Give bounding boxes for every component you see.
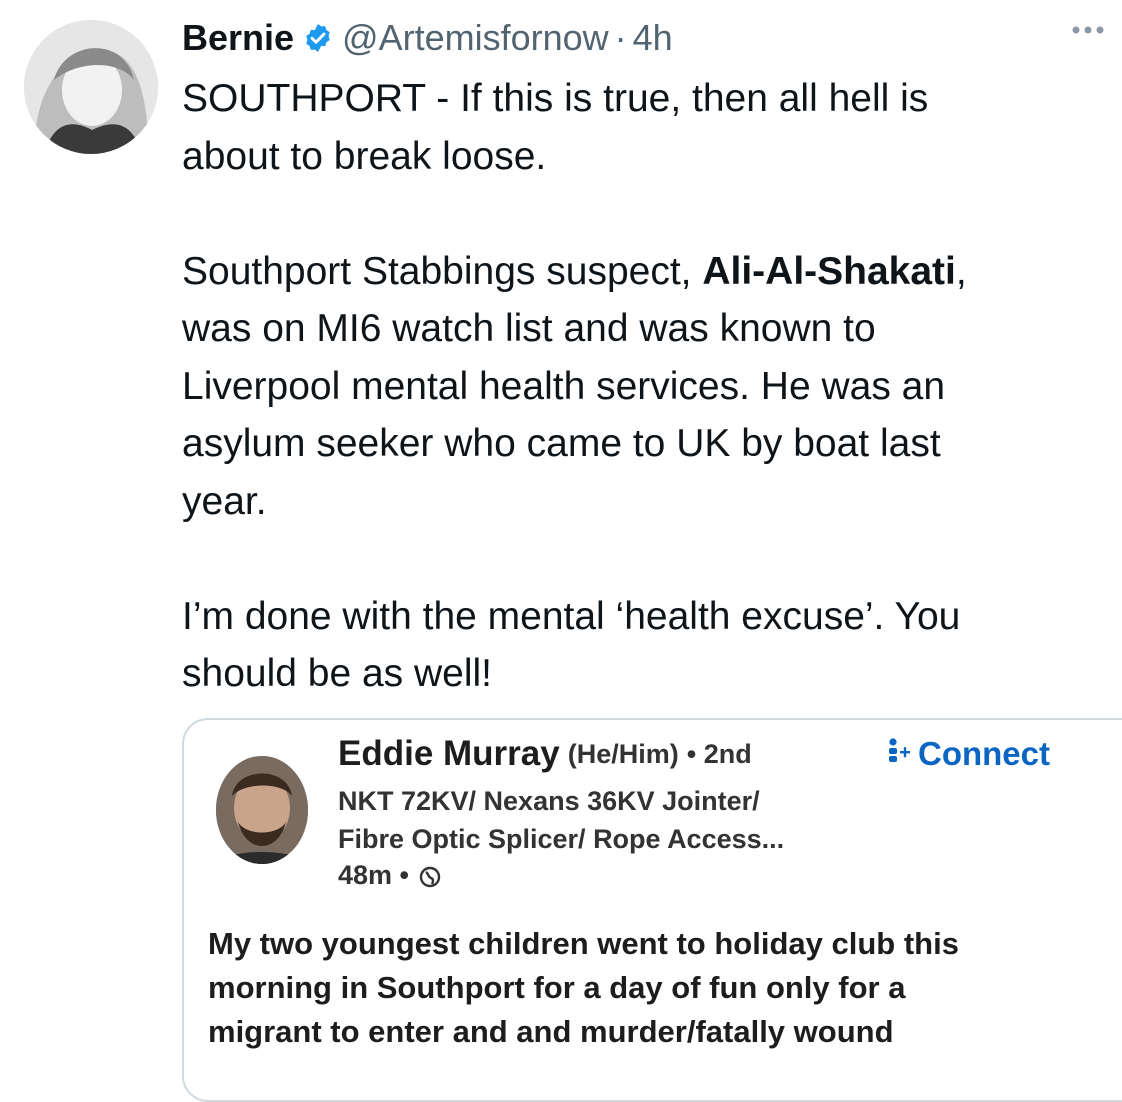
tweet-line: Southport Stabbings suspect, Ali-Al-Shak… — [182, 243, 1102, 301]
quoted-line: morning in Southport for a day of fun on… — [208, 970, 906, 1005]
quoted-author-pronouns: (He/Him) — [567, 738, 679, 769]
quoted-author-headline: NKT 72KV/ Nexans 36KV Jointer/ Fibre Opt… — [338, 782, 898, 858]
tweet-timestamp[interactable]: 4h — [633, 17, 673, 59]
headline-line: NKT 72KV/ Nexans 36KV Jointer/ — [338, 786, 760, 816]
connect-person-icon — [886, 737, 912, 772]
tweet-line: SOUTHPORT - If this is true, then all he… — [182, 77, 929, 120]
quoted-author-row: Eddie Murray (He/Him) • 2nd — [338, 732, 752, 776]
tweet-line: year. — [182, 479, 267, 523]
quoted-post-time: 48m • — [338, 859, 409, 890]
tweet-line: asylum seeker who came to UK by boat las… — [182, 422, 941, 465]
quoted-line: migrant to enter and and murder/fatally … — [208, 1014, 894, 1049]
quoted-post-meta: 48m • — [338, 858, 441, 892]
tweet-line: I’m done with the mental ‘health excuse’… — [182, 594, 961, 638]
globe-icon — [419, 864, 441, 888]
author-name[interactable]: Bernie — [182, 17, 294, 59]
tweet-text-segment: , — [955, 249, 967, 293]
tweet-text-segment: Southport Stabbings suspect, — [182, 249, 703, 293]
connect-button[interactable]: Connect — [886, 732, 1050, 776]
author-avatar[interactable] — [24, 20, 158, 154]
header-separator: · — [614, 17, 627, 58]
quoted-post-text: My two youngest children went to holiday… — [208, 922, 1108, 1054]
tweet-line: should be as well! — [182, 652, 493, 695]
author-handle[interactable]: @Artemisfornow — [342, 17, 609, 59]
tweet-line: about to break loose. — [182, 134, 547, 178]
tweet: Bernie @Artemisfornow · 4h SOUTHPORT - I… — [0, 0, 1122, 1102]
tweet-header: Bernie @Artemisfornow · 4h — [182, 14, 673, 62]
suspect-name-bold: Ali-Al-Shakati — [702, 249, 956, 293]
quoted-author-name[interactable]: Eddie Murray — [338, 734, 560, 774]
quoted-line: My two youngest children went to holiday… — [208, 926, 959, 961]
headline-line: Fibre Optic Splicer/ Rope Access... — [338, 824, 785, 854]
more-dots-icon[interactable] — [1068, 20, 1108, 40]
tweet-line: was on MI6 watch list and was known to — [182, 307, 876, 350]
connection-degree: • 2nd — [686, 738, 752, 769]
connect-label: Connect — [918, 735, 1050, 772]
verified-badge-icon — [302, 22, 334, 54]
tweet-text: SOUTHPORT - If this is true, then all he… — [182, 70, 1102, 703]
tweet-line: Liverpool mental health services. He was… — [182, 364, 946, 408]
quoted-author-avatar[interactable] — [216, 756, 308, 864]
